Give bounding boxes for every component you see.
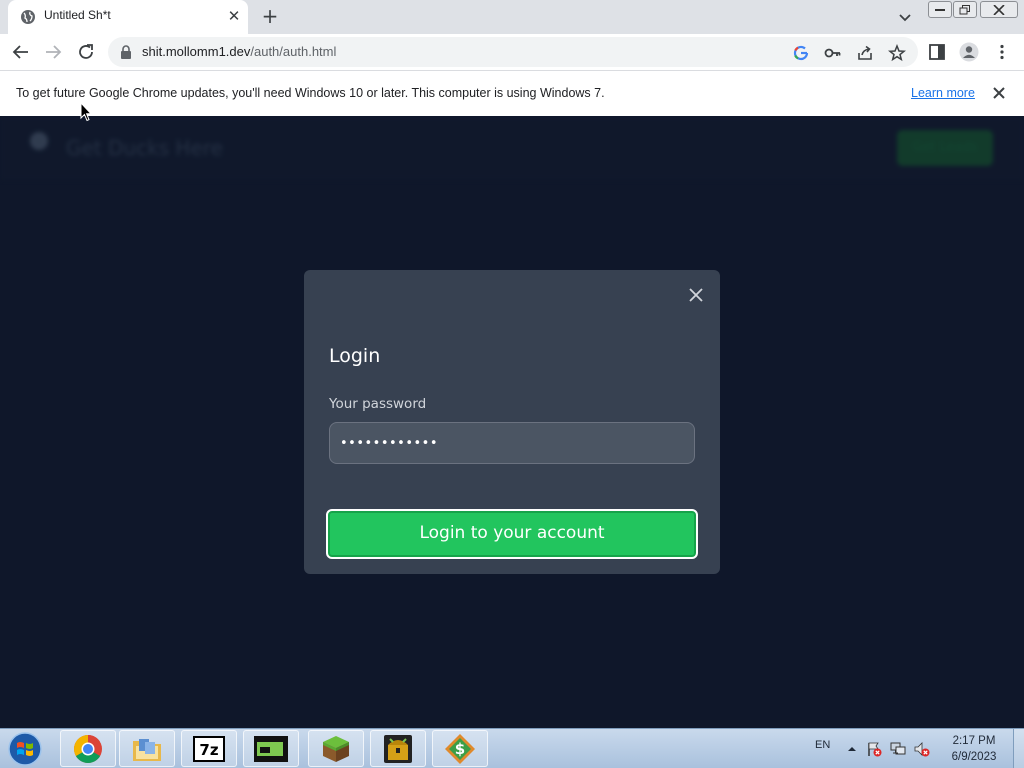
dollar-diamond-icon: $ (445, 733, 475, 764)
modal-close-icon[interactable] (686, 285, 706, 305)
folder-icon (133, 738, 161, 761)
profile-avatar-icon[interactable] (959, 42, 979, 62)
action-center-flag-icon[interactable] (866, 741, 882, 757)
clock-time: 2:17 PM (952, 735, 996, 747)
reload-icon[interactable] (75, 41, 97, 63)
volume-muted-icon[interactable] (914, 741, 930, 757)
logo-icon (30, 132, 48, 150)
share-icon[interactable] (856, 44, 874, 62)
page-content: Get Ducks Here Get Leads Login Your pass… (0, 116, 1024, 728)
browser-tab[interactable]: Untitled Sh*t ✕ (8, 0, 248, 34)
chevron-down-icon[interactable] (896, 8, 914, 26)
svg-text:$: $ (455, 740, 465, 758)
taskbar-minecraft[interactable] (308, 730, 364, 767)
taskbar-terminal[interactable] (243, 730, 299, 767)
taskbar-money-app[interactable]: $ (432, 730, 488, 767)
taskbar-7zip[interactable]: 7z (181, 730, 237, 767)
learn-more-link[interactable]: Learn more (911, 86, 975, 100)
network-icon[interactable] (890, 741, 906, 757)
new-tab-button[interactable]: + (259, 5, 281, 27)
start-button-icon[interactable] (5, 730, 45, 768)
close-icon[interactable] (990, 84, 1008, 102)
language-indicator[interactable]: EN (815, 739, 830, 751)
password-input[interactable] (329, 422, 695, 464)
url-text: shit.mollomm1.dev/auth/auth.html (142, 44, 336, 59)
terminal-icon (254, 735, 288, 762)
windows-taskbar: 7z $ EN 2:17 PM 6/9/2023 (0, 728, 1024, 768)
login-modal: Login Your password Login to your accoun… (304, 270, 720, 574)
chrome-icon (74, 734, 102, 763)
tab-close-icon[interactable]: ✕ (226, 7, 242, 25)
svg-text:7z: 7z (199, 741, 218, 759)
background-header-title: Get Ducks Here (66, 136, 223, 160)
modal-title: Login (329, 345, 381, 367)
restore-button[interactable] (953, 1, 977, 18)
globe-icon (21, 10, 35, 24)
show-desktop-button[interactable] (1013, 729, 1024, 768)
clock-date: 6/9/2023 (951, 751, 997, 763)
key-icon[interactable] (824, 44, 842, 62)
side-panel-icon[interactable] (928, 43, 946, 61)
url-host: shit.mollomm1.dev (142, 44, 251, 59)
password-label: Your password (329, 396, 427, 412)
tab-strip: Untitled Sh*t ✕ + (0, 0, 1024, 34)
more-menu-icon[interactable] (993, 43, 1011, 61)
tab-title: Untitled Sh*t (44, 8, 111, 22)
back-arrow-icon[interactable] (10, 41, 32, 63)
background-header: Get Ducks Here Get Leads (0, 116, 1024, 180)
bookmark-star-icon[interactable] (888, 44, 906, 62)
url-path: /auth/auth.html (250, 44, 337, 59)
taskbar-chrome[interactable] (60, 730, 116, 767)
grass-block-icon (323, 735, 349, 762)
7zip-icon: 7z (193, 735, 225, 762)
minimize-button[interactable] (928, 1, 952, 18)
lock-icon[interactable] (120, 45, 132, 59)
infobar-message: To get future Google Chrome updates, you… (16, 86, 605, 100)
taskbar-treasure-app[interactable] (370, 730, 426, 767)
show-hidden-icons-icon[interactable] (844, 741, 860, 757)
taskbar-file-explorer[interactable] (119, 730, 175, 767)
mouse-cursor-icon (80, 102, 92, 122)
login-submit-button[interactable]: Login to your account (326, 509, 698, 559)
background-header-button: Get Leads (897, 130, 993, 166)
system-clock[interactable]: 2:17 PM 6/9/2023 (944, 733, 1004, 765)
forward-arrow-icon[interactable] (42, 41, 64, 63)
google-icon[interactable] (792, 44, 810, 62)
address-bar[interactable]: shit.mollomm1.dev/auth/auth.html (108, 37, 918, 67)
update-infobar: To get future Google Chrome updates, you… (0, 70, 1024, 116)
close-window-button[interactable] (980, 1, 1018, 18)
treasure-chest-icon (384, 734, 412, 763)
browser-toolbar: shit.mollomm1.dev/auth/auth.html (0, 34, 1024, 70)
